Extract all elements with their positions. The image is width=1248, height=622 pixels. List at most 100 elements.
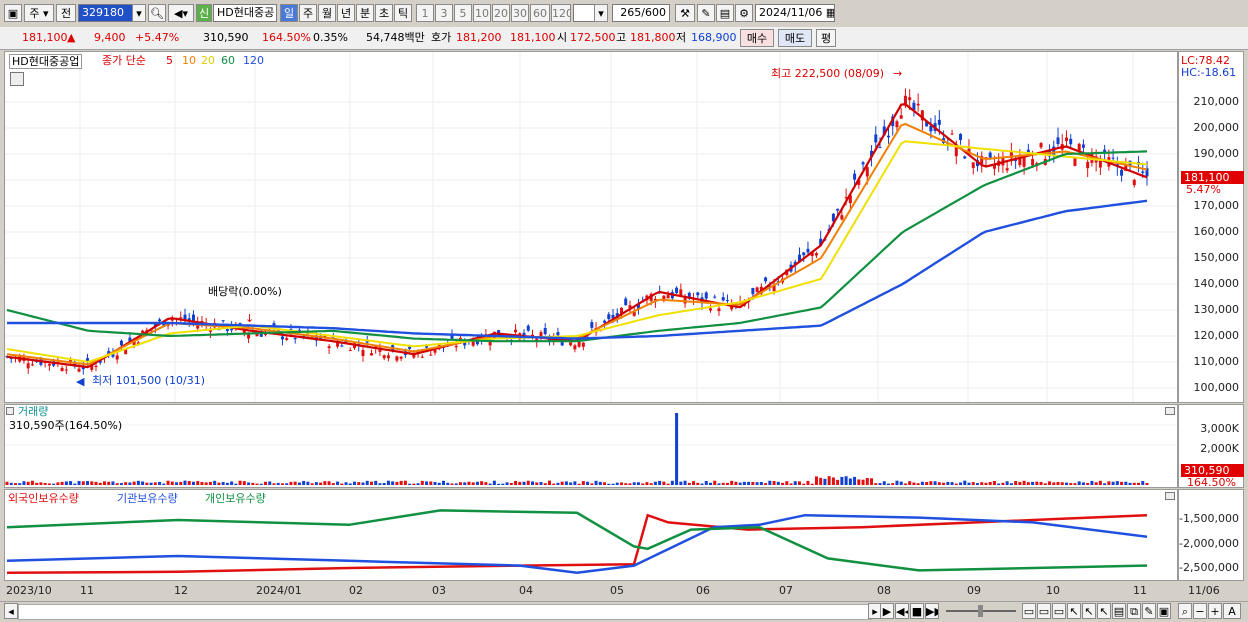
volume-bar — [768, 480, 772, 485]
interval-dropdown-icon[interactable]: ▾ — [594, 4, 608, 22]
volume-bar — [742, 481, 746, 485]
crosshair-icon[interactable]: ↖ — [1082, 603, 1096, 619]
volume-bar — [713, 480, 717, 485]
pane-close-icon[interactable] — [1165, 492, 1175, 500]
scrollbar-track[interactable] — [18, 604, 872, 620]
interval-20-button[interactable]: 20 — [492, 4, 510, 22]
volume-bar — [861, 479, 865, 485]
interval-5-button[interactable]: 5 — [454, 4, 472, 22]
pane-close-icon[interactable] — [1165, 407, 1175, 415]
volume-bar — [497, 483, 501, 485]
volume-pane[interactable]: 거래량 310,590주(164.50%) — [4, 404, 1178, 488]
code-dropdown-icon[interactable]: ▾ — [132, 4, 146, 22]
scroll-left-icon[interactable]: ◂ — [4, 603, 18, 619]
period-day-button[interactable]: 일 — [280, 4, 298, 22]
volume-bar — [1098, 480, 1102, 485]
brush-icon[interactable]: ✎ — [1142, 603, 1156, 619]
pane-menu-icon[interactable] — [6, 407, 14, 415]
volume-bar — [480, 481, 484, 485]
interval-10-button[interactable]: 10 — [473, 4, 491, 22]
holdings-pane[interactable]: 외국인보유수량 기관보유수량 개인보유수량 — [4, 489, 1178, 581]
volume-bar — [611, 483, 615, 485]
indicator-icon[interactable]: ⚒ — [675, 4, 695, 22]
volume-bar — [310, 483, 314, 485]
copy-icon[interactable]: ⧉ — [1127, 603, 1141, 619]
volume-bar — [598, 481, 602, 485]
period-tick-button[interactable]: 틱 — [394, 4, 412, 22]
pane-title[interactable]: HD현대중공업 — [9, 54, 83, 69]
period-month-button[interactable]: 월 — [318, 4, 336, 22]
volume-bar — [937, 482, 941, 485]
draw-tool-icon[interactable]: ✎ — [697, 4, 715, 22]
gear-icon[interactable]: ⚙ — [735, 4, 753, 22]
candle-body — [937, 119, 941, 125]
period-week-button[interactable]: 주 — [299, 4, 317, 22]
volume-ratio: 164.50% — [262, 31, 311, 44]
font-size-icon[interactable]: A — [1223, 603, 1241, 619]
volume-bar — [442, 480, 446, 485]
zoom-in-icon[interactable]: + — [1208, 603, 1222, 619]
price-axis[interactable]: LC:78.42 HC:-18.61 210,000 200,000 190,0… — [1178, 51, 1244, 403]
zoom-out-icon[interactable]: − — [1193, 603, 1207, 619]
interval-3-button[interactable]: 3 — [435, 4, 453, 22]
ask-price: 181,200 — [456, 31, 502, 44]
period-year-button[interactable]: 년 — [337, 4, 355, 22]
all-market-button[interactable]: 전 — [56, 4, 76, 22]
zoom-slider-handle[interactable] — [978, 605, 983, 617]
save-icon[interactable]: ▤ — [716, 4, 734, 22]
volume-bar — [297, 482, 301, 485]
sell-button[interactable]: 매도 — [778, 29, 812, 47]
speaker-icon[interactable]: ◀▾ — [168, 4, 194, 22]
date-field[interactable]: 2024/11/06 ▦ — [755, 4, 835, 22]
volume-bar — [433, 481, 437, 485]
period-minute-button[interactable]: 분 — [356, 4, 374, 22]
candle-body — [607, 314, 611, 320]
ma60-legend: 60 — [221, 54, 235, 67]
interval-120-button[interactable]: 120 — [551, 4, 571, 22]
candle-body — [191, 314, 195, 321]
evaluate-button[interactable]: 평 — [816, 29, 836, 47]
price-chart-pane[interactable]: → ◀ ↓ HD현대중공업 종가 단순 5 10 20 60 120 최고 222,… — [4, 51, 1178, 403]
candle-body — [64, 369, 68, 371]
stop-icon[interactable]: ■ — [910, 603, 924, 619]
candle-body — [47, 363, 51, 366]
market-type-dropdown[interactable]: 주 ▾ — [24, 4, 54, 22]
interval-1-button[interactable]: 1 — [416, 4, 434, 22]
play-icon[interactable]: ▶ — [880, 603, 894, 619]
candle-body — [361, 350, 365, 356]
volume-bar — [560, 481, 564, 485]
cursor-icon[interactable]: ↖ — [1067, 603, 1081, 619]
layout-icon[interactable]: ▭ — [1022, 603, 1036, 619]
pointer-icon[interactable]: ↖ — [1097, 603, 1111, 619]
zoom-icon[interactable]: ⌕ — [1178, 603, 1192, 619]
candle-body — [238, 323, 242, 325]
window-menu-icon[interactable]: ▣ — [4, 4, 22, 22]
calendar-icon[interactable]: ▦ — [826, 6, 834, 19]
volume-bar — [1048, 481, 1052, 485]
table-icon[interactable] — [10, 72, 24, 86]
volume-bar — [1141, 481, 1145, 485]
period-second-button[interactable]: 초 — [375, 4, 393, 22]
top-toolbar: ▣ 주 ▾ 전 329180 ▾ 🔍︎ ◀▾ 신 HD현대중공 일 주 월 년 … — [0, 0, 1248, 28]
interval-60-button[interactable]: 60 — [530, 4, 550, 22]
buy-button[interactable]: 매수 — [740, 29, 774, 47]
export-icon[interactable]: ▣ — [1157, 603, 1171, 619]
candle-body — [755, 287, 759, 293]
volume-bar — [844, 476, 848, 485]
volume-bar — [9, 482, 13, 485]
candle-body — [853, 173, 857, 180]
data-count-field[interactable]: 265/600 — [612, 4, 670, 22]
candle-body — [408, 346, 412, 349]
volume-bar — [1081, 482, 1085, 485]
print-icon[interactable]: ▤ — [1112, 603, 1126, 619]
compare-icon[interactable]: ▭ — [1052, 603, 1066, 619]
x-label: 08 — [877, 584, 891, 597]
split-icon[interactable]: ▭ — [1037, 603, 1051, 619]
volume-bar — [187, 481, 191, 485]
volume-bar — [331, 483, 335, 485]
interval-30-button[interactable]: 30 — [511, 4, 529, 22]
high-marker-arrow: → — [893, 67, 902, 80]
rewind-icon[interactable]: ◀◀ — [895, 603, 909, 619]
search-icon[interactable]: 🔍︎ — [148, 4, 166, 22]
forward-icon[interactable]: ▶▶ — [925, 603, 939, 619]
